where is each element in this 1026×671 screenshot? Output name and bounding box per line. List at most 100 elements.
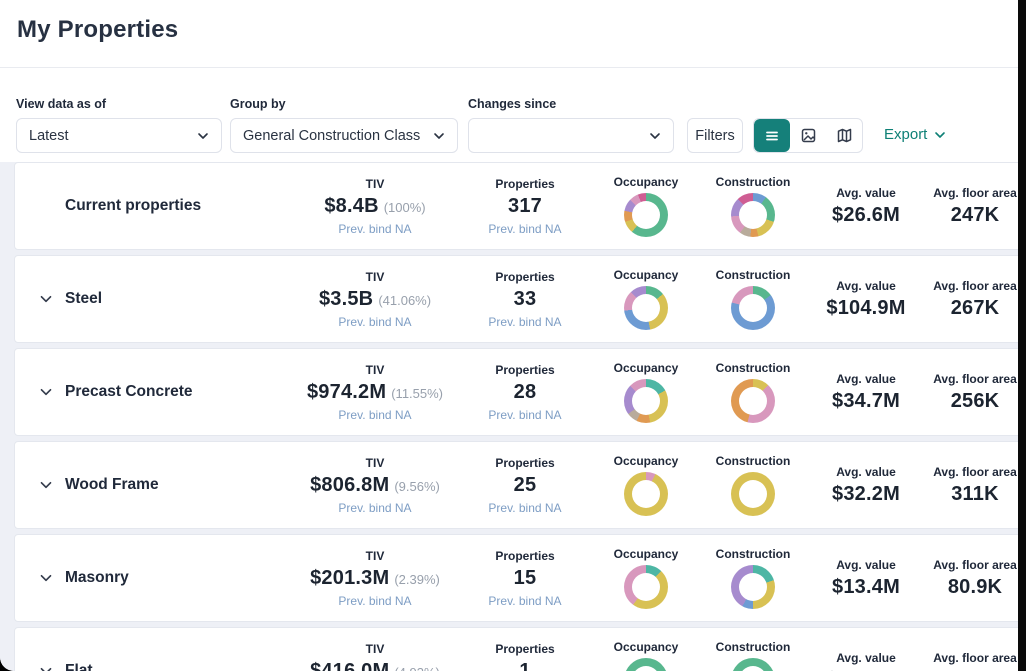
construction-donut-chart[interactable] [731, 193, 775, 237]
export-label: Export [884, 126, 927, 143]
tiv-cell: TIV $416.0M(4.93%) Prev. bind NA [293, 642, 457, 671]
properties-count: 33 [514, 288, 537, 311]
tiv-value: $3.5B [319, 288, 373, 311]
tiv-cell: TIV $8.4B(100%) Prev. bind NA [293, 177, 457, 236]
tiv-percent: (11.55%) [391, 386, 443, 401]
page-header: My Properties [0, 0, 1026, 68]
prev-bind-label: Prev. bind NA [293, 501, 457, 515]
avg-floor-area: 311K [951, 483, 999, 506]
view-data-as-of-select[interactable]: Latest [16, 118, 222, 153]
prev-bind-label: Prev. bind NA [457, 501, 593, 515]
chevron-down-icon [649, 130, 661, 142]
view-data-as-of-value: Latest [29, 128, 197, 144]
property-row: Steel TIV $3.5B(41.06%) Prev. bind NA Pr… [14, 255, 1024, 343]
filters-button[interactable]: Filters [687, 118, 743, 153]
column-header-occupancy: Occupancy [593, 361, 699, 375]
prev-bind-label: Prev. bind NA [457, 594, 593, 608]
properties-count: 317 [508, 195, 542, 218]
tiv-percent: (4.93%) [394, 665, 440, 671]
chevron-down-icon [934, 129, 946, 141]
tiv-cell: TIV $974.2M(11.55%) Prev. bind NA [293, 363, 457, 422]
construction-donut-chart[interactable] [731, 658, 775, 671]
window-edge [1018, 0, 1026, 671]
avg-value-cell: Avg. value $416.0M [807, 651, 925, 671]
column-header-properties: Properties [457, 363, 593, 377]
properties-count: 28 [514, 381, 537, 404]
row-name-cell: Flat [15, 662, 293, 671]
construction-cell: Construction [699, 640, 807, 671]
avg-value-cell: Avg. value $32.2M [807, 465, 925, 506]
construction-donut-chart[interactable] [731, 286, 775, 330]
expand-chevron-down-icon[interactable] [39, 385, 53, 399]
tiv-value: $416.0M [310, 660, 389, 671]
tiv-cell: TIV $806.8M(9.56%) Prev. bind NA [293, 456, 457, 515]
tiv-value: $806.8M [310, 474, 389, 497]
expand-chevron-down-icon[interactable] [39, 478, 53, 492]
prev-bind-label: Prev. bind NA [457, 408, 593, 422]
occupancy-donut-chart[interactable] [624, 472, 668, 516]
occupancy-cell: Occupancy [593, 175, 699, 237]
avg-floor-area-cell: Avg. floor area 948K [925, 651, 1025, 671]
properties-cell: Properties 33 Prev. bind NA [457, 270, 593, 329]
column-header-avg-value: Avg. value [807, 651, 925, 665]
changes-since-select[interactable] [468, 118, 674, 153]
occupancy-donut-chart[interactable] [624, 286, 668, 330]
property-row: Masonry TIV $201.3M(2.39%) Prev. bind NA… [14, 534, 1024, 622]
column-header-occupancy: Occupancy [593, 547, 699, 561]
row-name: Steel [65, 290, 102, 308]
properties-count: 25 [514, 474, 537, 497]
avg-floor-area: 267K [951, 297, 1000, 320]
avg-value: $34.7M [832, 390, 900, 413]
properties-count: 15 [514, 567, 537, 590]
export-button[interactable]: Export [884, 126, 946, 143]
occupancy-donut-chart[interactable] [624, 379, 668, 423]
properties-cell: Properties 15 Prev. bind NA [457, 549, 593, 608]
column-header-occupancy: Occupancy [593, 640, 699, 654]
group-by-select[interactable]: General Construction Class [230, 118, 458, 153]
row-name-cell: Precast Concrete [15, 383, 293, 401]
occupancy-donut-chart[interactable] [624, 658, 668, 671]
column-header-properties: Properties [457, 642, 593, 656]
avg-value-cell: Avg. value $34.7M [807, 372, 925, 413]
property-row: Precast Concrete TIV $974.2M(11.55%) Pre… [14, 348, 1024, 436]
column-header-avg-floor-area: Avg. floor area [925, 279, 1025, 293]
group-by-label: Group by [230, 97, 286, 111]
avg-floor-area-cell: Avg. floor area 256K [925, 372, 1025, 413]
property-row: Wood Frame TIV $806.8M(9.56%) Prev. bind… [14, 441, 1024, 529]
column-header-avg-floor-area: Avg. floor area [925, 465, 1025, 479]
map-view-button[interactable] [826, 119, 862, 152]
tiv-percent: (2.39%) [394, 572, 440, 587]
prev-bind-label: Prev. bind NA [457, 222, 593, 236]
tiv-cell: TIV $3.5B(41.06%) Prev. bind NA [293, 270, 457, 329]
tiv-value: $8.4B [324, 195, 378, 218]
gallery-view-button[interactable] [790, 119, 826, 152]
column-header-construction: Construction [699, 361, 807, 375]
column-header-avg-value: Avg. value [807, 558, 925, 572]
occupancy-cell: Occupancy [593, 268, 699, 330]
expand-chevron-down-icon[interactable] [39, 292, 53, 306]
column-header-tiv: TIV [293, 270, 457, 284]
properties-count: 1 [519, 660, 530, 671]
construction-donut-chart[interactable] [731, 565, 775, 609]
list-view-button[interactable] [754, 119, 790, 152]
construction-donut-chart[interactable] [731, 379, 775, 423]
row-name-cell: Steel [15, 290, 293, 308]
avg-floor-area-cell: Avg. floor area 267K [925, 279, 1025, 320]
property-row: Current properties TIV $8.4B(100%) Prev.… [14, 162, 1024, 250]
expand-chevron-down-icon[interactable] [39, 571, 53, 585]
avg-value-cell: Avg. value $13.4M [807, 558, 925, 599]
occupancy-donut-chart[interactable] [624, 565, 668, 609]
column-header-tiv: TIV [293, 363, 457, 377]
expand-chevron-down-icon[interactable] [39, 664, 53, 671]
prev-bind-label: Prev. bind NA [293, 315, 457, 329]
view-toggle-group [753, 118, 863, 153]
column-header-avg-floor-area: Avg. floor area [925, 651, 1025, 665]
column-header-tiv: TIV [293, 177, 457, 191]
occupancy-donut-chart[interactable] [624, 193, 668, 237]
chevron-down-icon [197, 130, 209, 142]
occupancy-cell: Occupancy [593, 454, 699, 516]
construction-donut-chart[interactable] [731, 472, 775, 516]
list-icon [764, 128, 780, 144]
chevron-down-icon [433, 130, 445, 142]
column-header-construction: Construction [699, 268, 807, 282]
